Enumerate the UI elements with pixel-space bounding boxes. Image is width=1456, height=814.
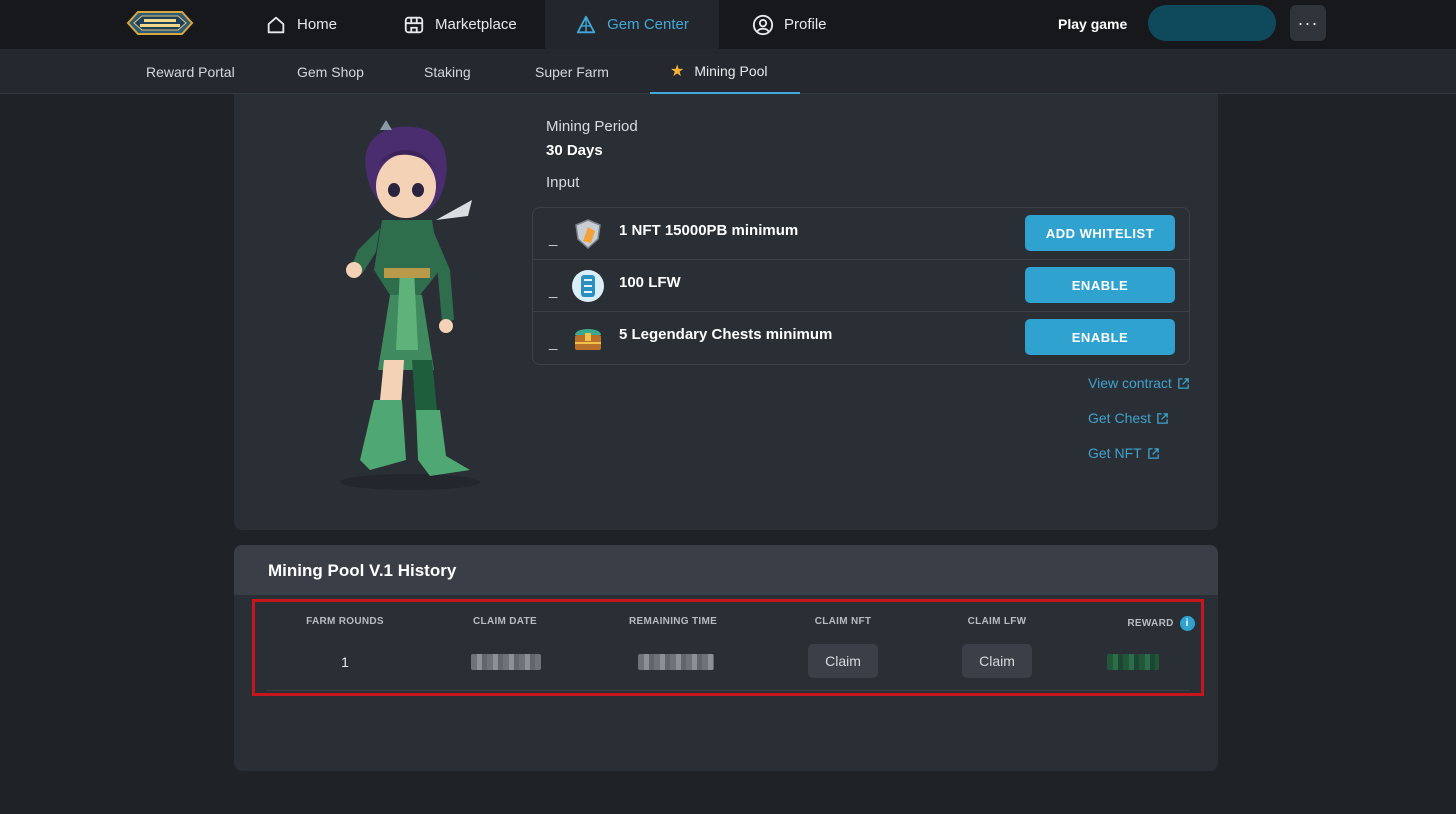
enable-chests-button[interactable]: ENABLE [1025,319,1175,355]
requirement-dash: _ [549,334,558,351]
user-icon [752,14,774,35]
wallet-button[interactable] [1148,5,1276,41]
column-header: CLAIM LFW [967,616,1027,627]
mining-pool-card: Mining Period 30 Days Input _ 1 NFT 1500… [234,94,1218,530]
view-contract-link[interactable]: View contract [1088,375,1190,391]
tab-mining-pool[interactable]: ★ Mining Pool [650,49,800,94]
link-label: Get NFT [1088,445,1142,461]
column-header: CLAIM DATE [473,616,537,627]
add-whitelist-button[interactable]: ADD WHITELIST [1025,215,1175,251]
requirement-dash: _ [549,230,558,247]
requirement-row: _ 1 NFT 15000PB minimum ADD WHITELIST [533,208,1189,260]
lfw-token-icon [572,270,604,302]
requirement-row: _ 5 Legendary Chests minimum ENABLE [533,312,1189,364]
link-label: Get Chest [1088,410,1152,426]
tab-label: Reward Portal [146,63,235,80]
history-header: Mining Pool V.1 History [234,545,1218,595]
top-navbar: Home Marketplace Gem Center Profile Play… [0,0,1456,49]
reward-column-header: REWARD i [1091,616,1218,631]
get-nft-link[interactable]: Get NFT [1088,445,1160,461]
hero-character-image [340,120,480,490]
info-icon[interactable]: i [1179,616,1195,631]
mining-period-value: 30 Days [546,142,603,159]
play-game-link[interactable]: Play game [1058,16,1127,32]
chest-icon [575,329,601,350]
requirement-row: _ 100 LFW ENABLE [533,260,1189,312]
column-header-label: REWARD [1127,618,1174,630]
star-icon: ★ [670,62,685,80]
tab-super-farm[interactable]: Super Farm [535,49,609,94]
mining-period-label: Mining Period [546,118,638,135]
nft-shield-icon [575,219,601,250]
tab-label: Gem Shop [297,63,364,80]
nav-gem-center-label: Gem Center [607,16,689,33]
external-link-icon [1147,447,1159,459]
requirement-text: 100 LFW [619,274,681,291]
column-header: REMAINING TIME [628,616,718,627]
row-divider [267,690,1189,691]
requirement-text: 1 NFT 15000PB minimum [619,222,799,239]
history-table: FARM ROUNDS CLAIM DATE REMAINING TIME CL… [252,599,1204,696]
tab-gem-shop[interactable]: Gem Shop [297,49,364,94]
remaining-time-redacted [638,654,714,670]
nav-marketplace-label: Marketplace [435,16,517,33]
tab-staking[interactable]: Staking [424,49,471,94]
column-header: CLAIM NFT [814,616,872,627]
gem-icon [576,15,596,33]
nav-home-label: Home [297,16,338,33]
requirement-text: 5 Legendary Chests minimum [619,326,833,343]
requirement-dash: _ [549,282,558,299]
link-label: View contract [1088,375,1172,391]
claim-date-redacted [471,654,541,670]
tab-label: Super Farm [535,63,609,80]
storefront-icon [404,16,424,33]
nav-home[interactable]: Home [265,0,337,49]
tab-label: Mining Pool [694,62,768,79]
requirements-list: _ 1 NFT 15000PB minimum ADD WHITELIST _ … [532,207,1190,365]
ellipsis-icon: ··· [1297,12,1319,33]
home-icon [267,16,285,33]
farm-round-cell: 1 [341,654,349,670]
app-logo[interactable] [124,6,196,40]
enable-lfw-button[interactable]: ENABLE [1025,267,1175,303]
history-panel: Mining Pool V.1 History FARM ROUNDS CLAI… [234,545,1218,771]
history-title: Mining Pool V.1 History [268,561,457,580]
tab-label: Staking [424,63,471,80]
column-header: FARM ROUNDS [306,616,384,627]
nav-profile[interactable]: Profile [752,0,827,49]
external-link-icon [1157,412,1168,424]
get-chest-link[interactable]: Get Chest [1088,410,1169,426]
more-menu-button[interactable]: ··· [1290,5,1326,41]
claim-lfw-button[interactable]: Claim [962,644,1032,678]
input-label: Input [546,174,580,191]
tab-reward-portal[interactable]: Reward Portal [146,49,235,94]
nav-gem-center[interactable]: Gem Center [545,0,719,49]
external-link-icon [1177,377,1189,389]
nav-profile-label: Profile [784,16,827,33]
reward-redacted [1107,654,1159,670]
nav-marketplace[interactable]: Marketplace [403,0,517,49]
claim-nft-button[interactable]: Claim [808,644,878,678]
sub-navbar: Reward Portal Gem Shop Staking Super Far… [0,49,1456,94]
